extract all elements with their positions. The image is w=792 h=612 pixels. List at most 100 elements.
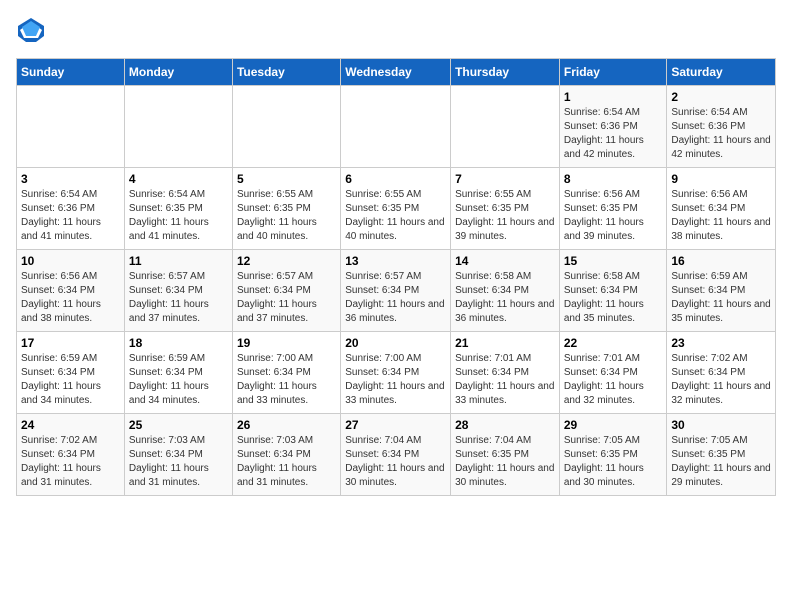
- day-number: 17: [21, 336, 120, 350]
- calendar-cell: [451, 86, 560, 168]
- day-info: Sunrise: 7:02 AM Sunset: 6:34 PM Dayligh…: [21, 434, 120, 490]
- logo-icon: [16, 16, 46, 46]
- day-info: Sunrise: 7:05 AM Sunset: 6:35 PM Dayligh…: [671, 434, 771, 490]
- day-info: Sunrise: 6:55 AM Sunset: 6:35 PM Dayligh…: [455, 188, 555, 244]
- calendar-cell: 13 Sunrise: 6:57 AM Sunset: 6:34 PM Dayli…: [341, 250, 451, 332]
- calendar-week-3: 10Sunrise: 6:56 AM Sunset: 6:34 PM Dayli…: [17, 250, 776, 332]
- calendar-header-row: SundayMondayTuesdayWednesdayThursdayFrid…: [17, 59, 776, 86]
- day-info: Sunrise: 6:54 AM Sunset: 6:36 PM Dayligh…: [671, 106, 771, 162]
- calendar-cell: 28 Sunrise: 7:04 AM Sunset: 6:35 PM Dayli…: [451, 414, 560, 496]
- calendar-week-1: 1 Sunrise: 6:54 AM Sunset: 6:36 PM Daylig…: [17, 86, 776, 168]
- day-header-monday: Monday: [124, 59, 232, 86]
- calendar-cell: 27 Sunrise: 7:04 AM Sunset: 6:34 PM Dayli…: [341, 414, 451, 496]
- day-info: Sunrise: 6:59 AM Sunset: 6:34 PM Dayligh…: [21, 352, 120, 408]
- day-info: Sunrise: 6:54 AM Sunset: 6:36 PM Dayligh…: [564, 106, 663, 162]
- day-info: Sunrise: 7:03 AM Sunset: 6:34 PM Dayligh…: [129, 434, 228, 490]
- day-number: 16: [671, 254, 771, 268]
- calendar-cell: 11 Sunrise: 6:57 AM Sunset: 6:34 PM Dayli…: [124, 250, 232, 332]
- day-number: 15: [564, 254, 663, 268]
- day-header-sunday: Sunday: [17, 59, 125, 86]
- day-info: Sunrise: 7:01 AM Sunset: 6:34 PM Dayligh…: [455, 352, 555, 408]
- day-info: Sunrise: 6:56 AM Sunset: 6:34 PM Dayligh…: [671, 188, 771, 244]
- day-number: 6: [345, 172, 446, 186]
- calendar-cell: 9 Sunrise: 6:56 AM Sunset: 6:34 PM Daylig…: [667, 168, 776, 250]
- calendar-week-4: 17 Sunrise: 6:59 AM Sunset: 6:34 PM Dayli…: [17, 332, 776, 414]
- day-number: 23: [671, 336, 771, 350]
- day-info: Sunrise: 7:03 AM Sunset: 6:34 PM Dayligh…: [237, 434, 336, 490]
- calendar-cell: 6 Sunrise: 6:55 AM Sunset: 6:35 PM Daylig…: [341, 168, 451, 250]
- day-number: 4: [129, 172, 228, 186]
- day-info: Sunrise: 6:59 AM Sunset: 6:34 PM Dayligh…: [671, 270, 771, 326]
- calendar-cell: 21 Sunrise: 7:01 AM Sunset: 6:34 PM Dayli…: [451, 332, 560, 414]
- day-info: Sunrise: 6:54 AM Sunset: 6:35 PM Dayligh…: [129, 188, 228, 244]
- day-header-wednesday: Wednesday: [341, 59, 451, 86]
- day-number: 13: [345, 254, 446, 268]
- calendar-cell: 29 Sunrise: 7:05 AM Sunset: 6:35 PM Dayli…: [559, 414, 667, 496]
- day-info: Sunrise: 6:54 AM Sunset: 6:36 PM Dayligh…: [21, 188, 120, 244]
- day-info: Sunrise: 7:04 AM Sunset: 6:35 PM Dayligh…: [455, 434, 555, 490]
- calendar-cell: [232, 86, 340, 168]
- day-info: Sunrise: 7:04 AM Sunset: 6:34 PM Dayligh…: [345, 434, 446, 490]
- day-number: 19: [237, 336, 336, 350]
- day-number: 1: [564, 90, 663, 104]
- day-info: Sunrise: 7:05 AM Sunset: 6:35 PM Dayligh…: [564, 434, 663, 490]
- day-header-thursday: Thursday: [451, 59, 560, 86]
- day-number: 28: [455, 418, 555, 432]
- day-number: 12: [237, 254, 336, 268]
- day-info: Sunrise: 6:55 AM Sunset: 6:35 PM Dayligh…: [345, 188, 446, 244]
- calendar-cell: 20 Sunrise: 7:00 AM Sunset: 6:34 PM Dayli…: [341, 332, 451, 414]
- logo: [16, 16, 52, 46]
- day-number: 18: [129, 336, 228, 350]
- day-number: 9: [671, 172, 771, 186]
- day-info: Sunrise: 6:56 AM Sunset: 6:35 PM Dayligh…: [564, 188, 663, 244]
- day-number: 21: [455, 336, 555, 350]
- day-info: Sunrise: 7:02 AM Sunset: 6:34 PM Dayligh…: [671, 352, 771, 408]
- day-info: Sunrise: 7:01 AM Sunset: 6:34 PM Dayligh…: [564, 352, 663, 408]
- calendar-cell: 14Sunrise: 6:58 AM Sunset: 6:34 PM Dayli…: [451, 250, 560, 332]
- day-info: Sunrise: 6:57 AM Sunset: 6:34 PM Dayligh…: [129, 270, 228, 326]
- calendar-cell: [17, 86, 125, 168]
- day-number: 5: [237, 172, 336, 186]
- day-info: Sunrise: 7:00 AM Sunset: 6:34 PM Dayligh…: [237, 352, 336, 408]
- day-number: 24: [21, 418, 120, 432]
- calendar-cell: 16 Sunrise: 6:59 AM Sunset: 6:34 PM Dayli…: [667, 250, 776, 332]
- calendar-cell: 30 Sunrise: 7:05 AM Sunset: 6:35 PM Dayli…: [667, 414, 776, 496]
- day-number: 22: [564, 336, 663, 350]
- calendar-body: 1 Sunrise: 6:54 AM Sunset: 6:36 PM Daylig…: [17, 86, 776, 496]
- day-number: 27: [345, 418, 446, 432]
- day-number: 26: [237, 418, 336, 432]
- calendar-cell: 19 Sunrise: 7:00 AM Sunset: 6:34 PM Dayli…: [232, 332, 340, 414]
- calendar-table: SundayMondayTuesdayWednesdayThursdayFrid…: [16, 58, 776, 496]
- day-header-friday: Friday: [559, 59, 667, 86]
- calendar-cell: 10Sunrise: 6:56 AM Sunset: 6:34 PM Dayli…: [17, 250, 125, 332]
- day-number: 30: [671, 418, 771, 432]
- calendar-cell: 23 Sunrise: 7:02 AM Sunset: 6:34 PM Dayli…: [667, 332, 776, 414]
- day-info: Sunrise: 6:58 AM Sunset: 6:34 PM Dayligh…: [564, 270, 663, 326]
- calendar-cell: [124, 86, 232, 168]
- day-info: Sunrise: 6:59 AM Sunset: 6:34 PM Dayligh…: [129, 352, 228, 408]
- day-number: 7: [455, 172, 555, 186]
- day-number: 29: [564, 418, 663, 432]
- calendar-cell: 18 Sunrise: 6:59 AM Sunset: 6:34 PM Dayli…: [124, 332, 232, 414]
- calendar-cell: 5 Sunrise: 6:55 AM Sunset: 6:35 PM Daylig…: [232, 168, 340, 250]
- day-info: Sunrise: 6:56 AM Sunset: 6:34 PM Dayligh…: [21, 270, 120, 326]
- calendar-cell: 12 Sunrise: 6:57 AM Sunset: 6:34 PM Dayli…: [232, 250, 340, 332]
- day-info: Sunrise: 6:57 AM Sunset: 6:34 PM Dayligh…: [345, 270, 446, 326]
- day-number: 20: [345, 336, 446, 350]
- calendar-cell: 1 Sunrise: 6:54 AM Sunset: 6:36 PM Daylig…: [559, 86, 667, 168]
- calendar-cell: 15 Sunrise: 6:58 AM Sunset: 6:34 PM Dayli…: [559, 250, 667, 332]
- day-info: Sunrise: 6:58 AM Sunset: 6:34 PM Dayligh…: [455, 270, 555, 326]
- calendar-cell: 2Sunrise: 6:54 AM Sunset: 6:36 PM Daylig…: [667, 86, 776, 168]
- day-number: 11: [129, 254, 228, 268]
- day-number: 8: [564, 172, 663, 186]
- day-info: Sunrise: 6:55 AM Sunset: 6:35 PM Dayligh…: [237, 188, 336, 244]
- calendar-week-5: 24 Sunrise: 7:02 AM Sunset: 6:34 PM Dayli…: [17, 414, 776, 496]
- day-number: 3: [21, 172, 120, 186]
- calendar-cell: 24 Sunrise: 7:02 AM Sunset: 6:34 PM Dayli…: [17, 414, 125, 496]
- calendar-cell: 7 Sunrise: 6:55 AM Sunset: 6:35 PM Daylig…: [451, 168, 560, 250]
- calendar-cell: 26 Sunrise: 7:03 AM Sunset: 6:34 PM Dayli…: [232, 414, 340, 496]
- calendar-week-2: 3 Sunrise: 6:54 AM Sunset: 6:36 PM Daylig…: [17, 168, 776, 250]
- day-header-saturday: Saturday: [667, 59, 776, 86]
- day-info: Sunrise: 6:57 AM Sunset: 6:34 PM Dayligh…: [237, 270, 336, 326]
- day-info: Sunrise: 7:00 AM Sunset: 6:34 PM Dayligh…: [345, 352, 446, 408]
